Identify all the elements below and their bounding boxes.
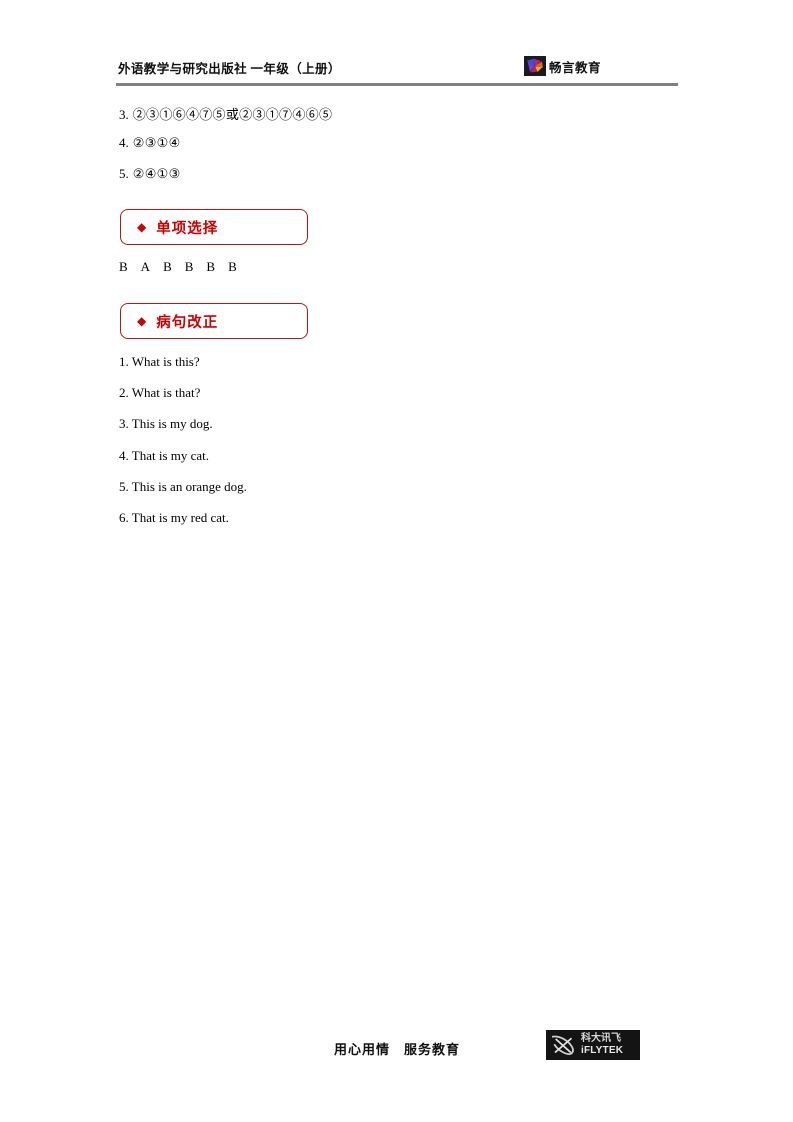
ordering-answer-row: 5. ②④①③: [119, 166, 181, 182]
ordering-answer-row: 3. ②③①⑥④⑦⑤或②③①⑦④⑥⑤: [119, 104, 332, 123]
header-divider: [116, 83, 678, 86]
corrected-sentence: 5. This is an orange dog.: [119, 479, 247, 494]
iflytek-logo-en: iFLYTEK: [581, 1045, 624, 1056]
page-header: 外语教学与研究出版社 一年级（上册） 畅言教育: [116, 56, 678, 88]
corrected-sentence: 2. What is that?: [119, 385, 201, 400]
corrected-sentence: 1. What is this?: [119, 354, 200, 369]
corrected-sentence: 3. This is my dog.: [119, 416, 213, 431]
choice-answer: B: [163, 259, 172, 274]
footer-slogan: 用心用情 服务教育: [334, 1042, 461, 1057]
diamond-bullet-icon: ◆: [137, 220, 147, 234]
ordering-answer-row: 4. ②③①④: [119, 135, 181, 151]
iflytek-logo-block: 科大讯飞 iFLYTEK: [546, 1030, 640, 1060]
answer-circled-sequence: ②④①③: [132, 166, 181, 181]
section-header-sentence-correction: ◆ 病句改正: [120, 303, 308, 339]
page-footer: 用心用情 服务教育 科大讯飞 iFLYTEK: [0, 1030, 793, 1076]
choice-answer: B: [206, 259, 216, 274]
answer-number: 4.: [119, 135, 129, 150]
iflytek-logo-icon: [551, 1035, 574, 1055]
choice-answer: B: [184, 259, 194, 274]
choice-answer: B: [228, 259, 237, 274]
section-title: 病句改正: [156, 314, 219, 331]
diamond-bullet-icon: ◆: [137, 314, 147, 328]
multiple-choice-answers: BABBBB: [119, 259, 237, 275]
answer-circled-sequence: ②③①④: [132, 135, 181, 150]
brand-mark: 畅言教育: [524, 56, 601, 76]
answer-number: 3.: [119, 107, 129, 122]
corrected-sentence: 4. That is my cat.: [119, 448, 210, 463]
corrected-sentence: 6. That is my red cat.: [119, 510, 229, 525]
answer-number: 5.: [119, 166, 129, 181]
section-title: 单项选择: [156, 220, 219, 237]
choice-answer: A: [140, 259, 151, 274]
iflytek-logo-cn: 科大讯飞: [581, 1033, 621, 1044]
iflytek-logo-wordmark: 科大讯飞 iFLYTEK: [581, 1034, 623, 1056]
choice-answer: B: [119, 259, 128, 274]
section-header-multiple-choice: ◆ 单项选择: [120, 209, 308, 245]
answer-circled-sequence: ②③①⑥④⑦⑤或②③①⑦④⑥⑤: [132, 107, 333, 122]
brand-name: 畅言教育: [549, 60, 602, 75]
page-title: 外语教学与研究出版社 一年级（上册）: [118, 62, 341, 76]
chang-yan-bird-logo-icon: [524, 56, 546, 76]
